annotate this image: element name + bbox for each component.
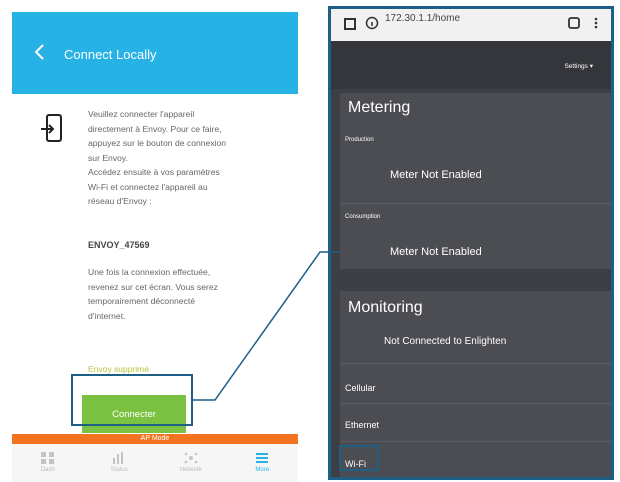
production-label: Production (345, 137, 374, 143)
monitoring-title: Monitoring (348, 299, 423, 316)
bottom-nav: Dash Status Network More (12, 444, 298, 482)
ap-mode-banner: AP Mode (12, 434, 298, 444)
divider (340, 363, 611, 364)
phone-connect-icon (40, 114, 64, 144)
nav-label: More (255, 467, 270, 473)
after-line: revenez sur cet écran. Vous serez (88, 281, 218, 292)
more-vert-icon (594, 17, 598, 29)
network-icon (184, 452, 198, 464)
consumption-value: Meter Not Enabled (390, 246, 482, 258)
menu-icon (256, 453, 269, 463)
instruction-line: directement à Envoy. Pour ce faire, (88, 123, 222, 134)
instruction-line: Accédez ensuite à vos paramètres (88, 167, 220, 177)
instruction-line: appuyez sur le bouton de connexion (88, 138, 227, 148)
divider (340, 203, 611, 204)
instruction-line: Veuillez connecter l'appareil (88, 109, 195, 119)
network-ssid: ENVOY_47569 (88, 240, 150, 250)
envoy-status: Envoy supprimé (88, 364, 149, 374)
nav-label: Status (110, 467, 128, 473)
url-text: 172.30.1.1/home (385, 13, 461, 24)
app-header: Connect Locally (12, 12, 298, 94)
production-value: Meter Not Enabled (390, 169, 482, 181)
browser-window: 172.30.1.1/home Settings ▾ Metering Prod… (328, 6, 614, 480)
instruction-text: Veuillez connecter l'appareil directemen… (88, 107, 288, 209)
dashboard-icon (40, 452, 54, 464)
settings-bar: Settings ▾ (331, 41, 611, 89)
after-line: d'internet. (88, 310, 126, 321)
nav-item-more[interactable]: More (227, 444, 299, 482)
after-line: Une fois la connexion effectuée, (88, 267, 211, 277)
instruction-line: réseau d'Envoy : (88, 196, 152, 206)
after-connect-text: Une fois la connexion effectuée, revenez… (88, 265, 284, 323)
instruction-line: sur Envoy. (88, 152, 128, 163)
nav-label: Dash (40, 467, 55, 473)
divider (340, 441, 611, 442)
monitoring-row-cellular[interactable]: Cellular (345, 383, 376, 393)
back-button[interactable] (30, 42, 50, 62)
monitoring-row-ethernet[interactable]: Ethernet (345, 420, 379, 430)
nav-label: Network (179, 467, 202, 473)
home-icon (344, 18, 356, 30)
settings-dropdown[interactable]: Settings ▾ (564, 62, 593, 70)
connect-highlight-box (71, 374, 193, 426)
nav-item-network[interactable]: Network (155, 444, 227, 482)
page-title: Connect Locally (64, 47, 157, 62)
divider (340, 403, 611, 404)
after-line: temporairement déconnecté (88, 296, 196, 306)
consumption-label: Consumption (345, 214, 381, 220)
tabs-icon (568, 17, 580, 29)
metering-panel: Metering Production Meter Not Enabled Co… (340, 93, 611, 269)
url-bar[interactable]: 172.30.1.1/home (331, 9, 611, 41)
chevron-left-icon (34, 44, 44, 60)
metering-title: Metering (348, 99, 411, 116)
enlighten-status: Not Connected to Enlighten (384, 336, 507, 347)
bar-chart-icon (113, 452, 124, 464)
info-icon (365, 16, 379, 30)
nav-item-dash[interactable]: Dash (12, 444, 84, 482)
wifi-highlight-box (339, 445, 379, 471)
monitoring-panel: Monitoring Not Connected to Enlighten Ce… (340, 291, 611, 477)
nav-item-status[interactable]: Status (84, 444, 156, 482)
instruction-line: Wi-Fi et connectez l'appareil au (88, 181, 208, 192)
